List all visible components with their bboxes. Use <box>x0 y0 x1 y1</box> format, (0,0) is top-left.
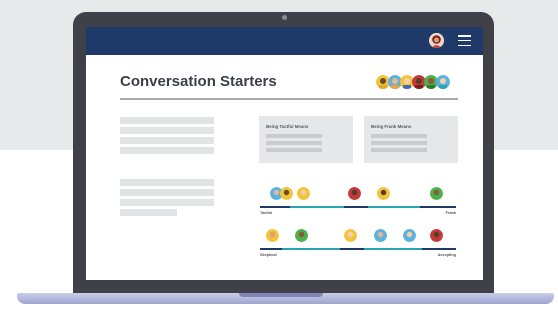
scale-left-label: Tactful <box>260 211 273 215</box>
scale-skeptical-accepting: Skeptical Accepting <box>260 226 456 260</box>
placeholder-line <box>371 148 427 152</box>
placeholder-line <box>266 134 322 138</box>
placeholder-line <box>120 117 214 124</box>
placeholder-line <box>120 127 214 134</box>
title-divider <box>120 98 458 100</box>
placeholder-line <box>371 141 427 145</box>
placeholder-line <box>266 141 322 145</box>
placeholder-line <box>120 137 214 144</box>
placeholder-line <box>120 179 214 186</box>
card-title: Being Frank Means <box>371 124 412 129</box>
scale-highlight <box>290 206 344 208</box>
page-title: Conversation Starters <box>120 73 277 90</box>
participant-avatar <box>297 187 310 200</box>
scale-right-label: Accepting <box>437 253 456 257</box>
placeholder-line <box>120 199 214 206</box>
placeholder-line <box>120 209 177 216</box>
scale-right-label: Frank <box>445 211 456 215</box>
placeholder-text-block <box>120 117 214 157</box>
placeholder-line <box>266 148 322 152</box>
participant-avatar <box>348 187 361 200</box>
placeholder-line <box>120 189 214 196</box>
participant-avatar <box>280 187 293 200</box>
participant-avatar <box>403 229 416 242</box>
participant-avatar <box>295 229 308 242</box>
scale-left-label: Skeptical <box>260 253 277 257</box>
participant-avatar <box>266 229 279 242</box>
top-nav-bar <box>86 27 483 55</box>
camera-icon <box>282 15 287 20</box>
participant-avatar <box>374 229 387 242</box>
card-being-frank[interactable]: Being Frank Means <box>364 116 458 163</box>
placeholder-line <box>371 134 427 138</box>
card-being-tactful[interactable]: Being Tactful Means <box>259 116 353 163</box>
user-avatar-icon[interactable] <box>429 33 444 48</box>
scale-highlight <box>368 206 420 208</box>
participant-avatar <box>436 75 450 89</box>
participants-avatar-group[interactable] <box>376 74 456 90</box>
scale-tactful-frank: Tactful Frank <box>260 184 456 218</box>
scale-highlight <box>364 248 422 250</box>
hamburger-menu-icon[interactable] <box>458 35 471 47</box>
participant-avatar <box>344 229 357 242</box>
placeholder-line <box>120 147 214 154</box>
scale-highlight <box>282 248 340 250</box>
participant-avatar <box>377 187 390 200</box>
participant-avatar <box>430 187 443 200</box>
card-title: Being Tactful Means <box>266 124 309 129</box>
laptop-notch <box>239 293 323 297</box>
placeholder-text-block <box>120 179 214 219</box>
participant-avatar <box>430 229 443 242</box>
laptop-screen: Conversation Starters Being Tactful Mean… <box>86 27 483 280</box>
